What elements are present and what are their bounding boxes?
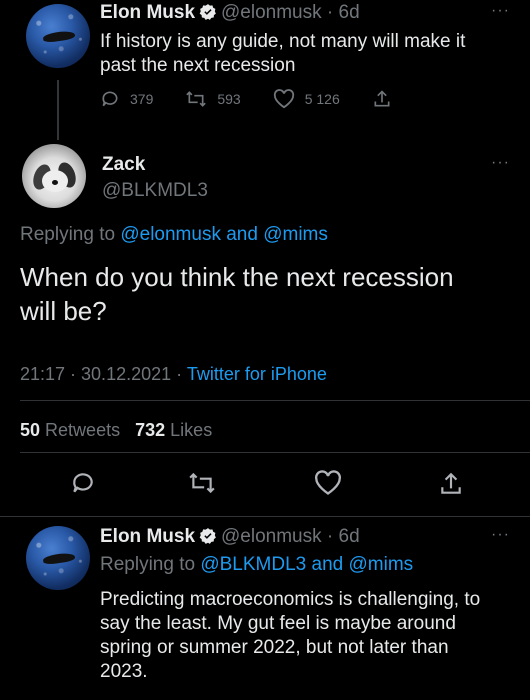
tweet-text: If history is any guide, not many will m…	[100, 30, 465, 78]
replying-to: Replying to @BLKMDL3 and @mims	[100, 554, 413, 576]
author-name[interactable]: Elon Musk	[100, 2, 195, 23]
tweet-text-line: say the least. My gut feel is maybe arou…	[100, 613, 456, 634]
tweet-text-line: 2023.	[100, 661, 148, 682]
main-tweet-actions	[0, 470, 530, 502]
tweet-text: Predicting macroeconomics is challenging…	[100, 588, 480, 684]
replying-to: Replying to @elonmusk and @mims	[20, 224, 328, 246]
more-options-icon[interactable]: ···	[491, 154, 510, 172]
more-options-icon[interactable]: ···	[491, 526, 510, 544]
likes-stat[interactable]: 732 Likes	[135, 420, 212, 440]
replying-prefix: Replying to	[100, 554, 196, 575]
tweet-text-line: will be?	[20, 296, 107, 326]
retweets-label: Retweets	[45, 420, 121, 440]
retweet-button[interactable]: 593	[185, 89, 241, 109]
retweets-stat[interactable]: 50 Retweets	[20, 420, 120, 440]
tweet-text-line: When do you think the next recession	[20, 262, 454, 292]
author-handle[interactable]: @elonmusk · 6d	[221, 2, 360, 23]
author-name[interactable]: Elon Musk	[100, 526, 195, 547]
retweet-button[interactable]	[188, 470, 216, 501]
retweet-icon	[189, 472, 215, 494]
tweet-elon-1[interactable]: Elon Musk @elonmusk · 6d ··· If history i…	[0, 0, 530, 140]
heart-icon	[273, 89, 294, 109]
thread-line	[57, 80, 59, 140]
tweet-text-line: Predicting macroeconomics is challenging…	[100, 589, 481, 610]
replying-to-link[interactable]: @BLKMDL3 and @mims	[200, 554, 413, 575]
like-count: 5 126	[304, 91, 340, 107]
tweet-meta: 21:17 · 30.12.2021 · Twitter for iPhone	[20, 364, 327, 385]
retweet-count: 593	[217, 91, 241, 107]
tweet-text-line: spring or summer 2022, but not later tha…	[100, 637, 449, 658]
share-icon	[441, 472, 461, 494]
likes-count: 732	[135, 420, 166, 440]
author-handle[interactable]: @BLKMDL3	[102, 180, 208, 202]
tweet-text-line: If history is any guide, not many will m…	[100, 31, 466, 52]
like-button[interactable]	[314, 470, 342, 501]
like-button[interactable]: 5 126	[273, 89, 340, 109]
avatar[interactable]	[26, 4, 90, 68]
heart-icon	[315, 470, 341, 495]
engagement-stats: 50 Retweets 732 Likes	[20, 420, 212, 441]
reply-count: 379	[130, 91, 154, 107]
retweets-count: 50	[20, 420, 41, 440]
replying-to-link[interactable]: @elonmusk and @mims	[120, 224, 328, 245]
reply-button[interactable]	[70, 470, 96, 501]
divider	[20, 400, 530, 401]
author-name[interactable]: Zack	[102, 154, 208, 176]
tweet-text-line: past the next recession	[100, 55, 296, 76]
author-handle[interactable]: @elonmusk · 6d	[221, 526, 360, 547]
verified-badge-icon	[199, 527, 217, 550]
share-icon	[374, 90, 390, 107]
reply-button[interactable]: 379	[100, 89, 153, 109]
share-button[interactable]	[372, 88, 402, 110]
share-button[interactable]	[438, 470, 464, 503]
timestamp[interactable]: 21:17 · 30.12.2021 ·	[20, 364, 182, 384]
tweet-elon-reply[interactable]: Elon Musk @elonmusk · 6d ··· Replying to …	[0, 516, 530, 700]
tweet-actions: 379 593 5 126	[100, 88, 434, 110]
avatar[interactable]	[26, 526, 90, 590]
reply-icon	[102, 91, 118, 107]
retweet-icon	[186, 91, 207, 107]
reply-icon	[73, 473, 93, 493]
verified-badge-icon	[199, 3, 217, 26]
more-options-icon[interactable]: ···	[491, 2, 510, 20]
divider	[20, 452, 530, 453]
likes-label: Likes	[170, 420, 213, 440]
avatar[interactable]	[22, 144, 86, 208]
source-link[interactable]: Twitter for iPhone	[187, 364, 327, 384]
replying-prefix: Replying to	[20, 224, 116, 245]
tweet-text: When do you think the next recession wil…	[20, 260, 454, 328]
